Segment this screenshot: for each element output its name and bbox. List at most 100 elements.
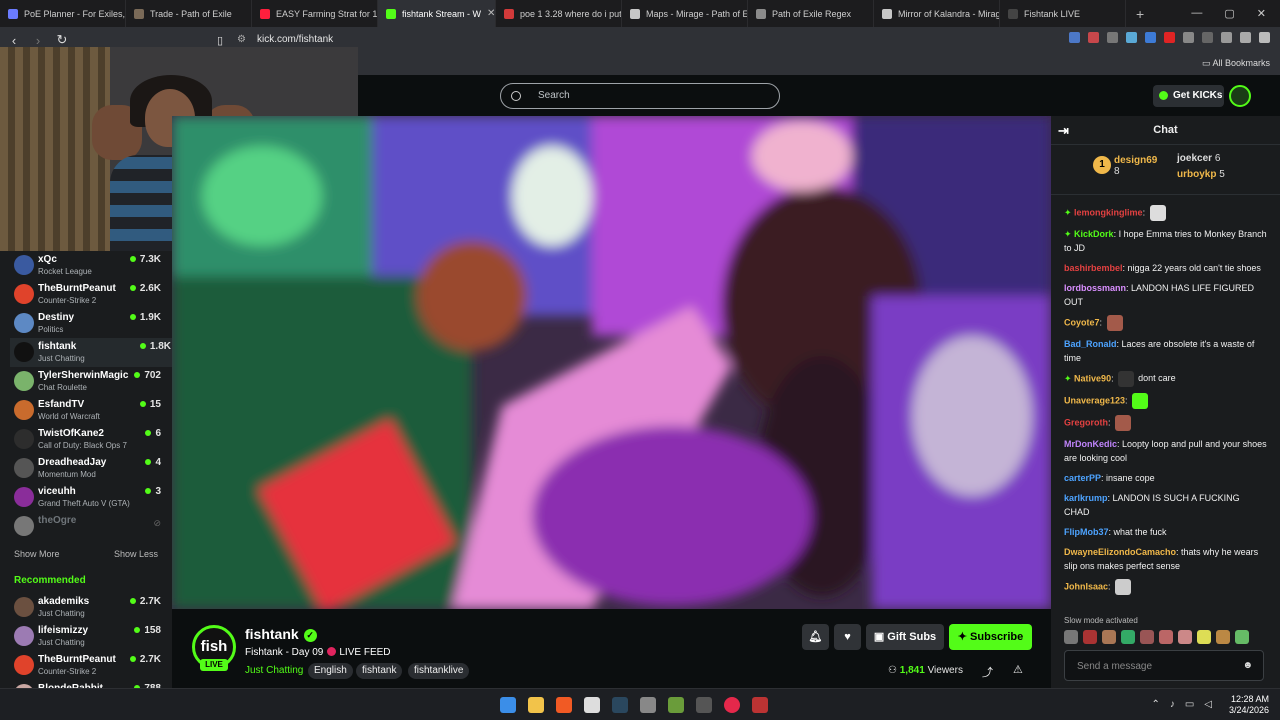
chat-username[interactable]: lemongkinglime <box>1074 207 1143 217</box>
leaderboard-second[interactable]: joekcer 6 <box>1177 153 1220 164</box>
extension-icon[interactable] <box>1107 32 1118 43</box>
browser-tab[interactable]: poe 1 3.28 where do i put <box>496 0 622 27</box>
sidebar-channel-theburntpeanut[interactable]: TheBurntPeanut Counter-Strike 2 2.7K <box>0 651 172 680</box>
file-explorer-icon[interactable] <box>528 697 544 713</box>
sidebar-channel-tylersherwinmagic[interactable]: TylerSherwinMagic Chat Roulette 702 <box>0 367 172 396</box>
emote-icon[interactable] <box>1121 630 1135 644</box>
browser-tab[interactable]: EASY Farming Strat for 15- <box>252 0 378 27</box>
app-icon[interactable] <box>584 697 600 713</box>
sidebar-channel-dreadheadjay[interactable]: DreadheadJay Momentum Mod 4 <box>0 454 172 483</box>
notification-bell-button[interactable]: 🔔︎ <box>802 624 829 650</box>
emote-icon[interactable] <box>1235 630 1249 644</box>
forward-icon[interactable]: › <box>28 33 48 48</box>
leaderboard-third[interactable]: urboykp 5 <box>1177 169 1225 180</box>
sidebar-channel-fishtank[interactable]: fishtank Just Chatting 1.8K <box>10 338 172 367</box>
menu-icon[interactable] <box>1259 32 1270 43</box>
emote-icon[interactable] <box>1083 630 1097 644</box>
steam-icon[interactable] <box>612 697 628 713</box>
chat-username[interactable]: bashirbembel <box>1064 263 1123 273</box>
chat-username[interactable]: lordbossmann <box>1064 283 1126 293</box>
browser-tab[interactable]: Mirror of Kalandra - Mirag <box>874 0 1000 27</box>
sidebar-channel-xqc[interactable]: xQc Rocket League 7.3K <box>0 251 172 280</box>
chat-username[interactable]: carterPP <box>1064 473 1101 483</box>
extension-icon[interactable] <box>1145 32 1156 43</box>
browser-tab[interactable]: Fishtank LIVE <box>1000 0 1126 27</box>
taskbar-clock[interactable]: 12:28 AM 3/24/2026 <box>1229 694 1269 716</box>
close-tab-icon[interactable]: ✕ <box>487 8 495 19</box>
emote-icon[interactable] <box>1178 630 1192 644</box>
sidebar-channel-blonderabbit[interactable]: BlondeRabbit788 <box>0 680 172 688</box>
chat-username[interactable]: DwayneElizondoCamacho <box>1064 547 1176 557</box>
sidebar-channel-twistofkane2[interactable]: TwistOfKane2 Call of Duty: Black Ops 76 <box>0 425 172 454</box>
chat-username[interactable]: FlipMob37 <box>1064 527 1109 537</box>
reload-icon[interactable]: ↻ <box>52 32 72 48</box>
emote-icon[interactable] <box>1064 630 1078 644</box>
emote-icon[interactable] <box>1216 630 1230 644</box>
chat-username[interactable]: Unaverage123 <box>1064 395 1125 405</box>
bookmark-icon[interactable]: ▯ <box>210 34 230 47</box>
browser-tab[interactable]: PoE Planner - For Exiles, By <box>0 0 126 27</box>
chat-username[interactable]: KickDork <box>1074 229 1114 239</box>
browser-tab[interactable]: fishtank Stream - W ✕ <box>378 0 496 27</box>
start-icon[interactable] <box>500 697 516 713</box>
all-bookmarks[interactable]: All Bookmarks <box>1212 58 1270 68</box>
sidebar-channel-lifeismizzy[interactable]: lifeismizzy Just Chatting 158 <box>0 622 172 651</box>
back-icon[interactable]: ‹ <box>4 33 24 48</box>
minimize-icon[interactable]: — <box>1191 7 1202 20</box>
share-icon[interactable]: ⤴ <box>982 664 993 680</box>
chat-username[interactable]: Gregoroth <box>1064 417 1108 427</box>
new-tab-icon[interactable]: + <box>1126 6 1154 22</box>
show-less-button[interactable]: Show Less <box>114 549 158 561</box>
extension-icon[interactable] <box>1126 32 1137 43</box>
chat-username[interactable]: karlkrump <box>1064 493 1108 503</box>
emote-icon[interactable] <box>1159 630 1173 644</box>
app-icon[interactable] <box>668 697 684 713</box>
mic-icon[interactable]: ♪ <box>1170 699 1175 710</box>
tag-english[interactable]: English <box>308 663 353 679</box>
extension-icon[interactable] <box>1088 32 1099 43</box>
sidebar-channel-esfandtv[interactable]: EsfandTV World of Warcraft 15 <box>0 396 172 425</box>
app-icon[interactable] <box>752 697 768 713</box>
emote-icon[interactable] <box>1102 630 1116 644</box>
report-icon[interactable]: ⚠ <box>1013 663 1023 676</box>
tag-fishtank[interactable]: fishtank <box>356 663 403 679</box>
show-more-button[interactable]: Show More <box>14 549 60 561</box>
gift-subs-button[interactable]: ▣ Gift Subs <box>866 624 944 650</box>
chat-username[interactable]: JohnIsaac <box>1064 581 1108 591</box>
sidebar-channel-destiny[interactable]: Destiny Politics 1.9K <box>0 309 172 338</box>
video-player[interactable] <box>172 116 1051 609</box>
leaderboard-first[interactable]: design69 8 <box>1114 155 1157 177</box>
chat-username[interactable]: Native90 <box>1074 373 1111 383</box>
music-icon[interactable] <box>1221 32 1232 43</box>
emote-icon[interactable] <box>1140 630 1154 644</box>
channel-name[interactable]: fishtank ✓ <box>245 626 317 642</box>
calculator-icon[interactable] <box>640 697 656 713</box>
user-avatar[interactable] <box>1229 85 1251 107</box>
chevron-up-icon[interactable]: ⌃ <box>1151 699 1159 710</box>
app-icon[interactable] <box>696 697 712 713</box>
chat-username[interactable]: Bad_Ronald <box>1064 339 1117 349</box>
extension-icon[interactable] <box>1202 32 1213 43</box>
extension-icon[interactable] <box>1069 32 1080 43</box>
stream-category[interactable]: Just Chatting <box>245 665 303 676</box>
browser-tab[interactable]: Maps - Mirage - Path of E <box>622 0 748 27</box>
get-kicks-button[interactable]: Get KICKs <box>1153 85 1224 107</box>
tag-fishtanklive[interactable]: fishtanklive <box>408 663 470 679</box>
extension-icon[interactable] <box>1183 32 1194 43</box>
chat-username[interactable]: MrDonKedic <box>1064 439 1117 449</box>
brave-browser-icon[interactable] <box>556 697 572 713</box>
chat-message-input[interactable]: Send a message ☻ <box>1064 650 1264 681</box>
network-icon[interactable]: ▭ <box>1185 699 1194 710</box>
collapse-chat-icon[interactable]: ⇥ <box>1058 116 1069 145</box>
volume-icon[interactable]: ◁ <box>1204 699 1212 710</box>
emote-icon[interactable] <box>1197 630 1211 644</box>
browser-tab[interactable]: Path of Exile Regex <box>748 0 874 27</box>
close-window-icon[interactable]: ✕ <box>1257 7 1266 20</box>
search-input[interactable]: Search <box>500 83 780 109</box>
sidebar-toggle-icon[interactable] <box>1240 32 1251 43</box>
chat-username[interactable]: Coyote7 <box>1064 317 1100 327</box>
sidebar-channel-theogre[interactable]: theOgre ⊘ <box>0 512 172 541</box>
media-player-icon[interactable] <box>724 697 740 713</box>
subscribe-button[interactable]: ✦ Subscribe <box>949 624 1032 650</box>
sidebar-channel-viceuhh[interactable]: viceuhh Grand Theft Auto V (GTA) 3 <box>0 483 172 512</box>
